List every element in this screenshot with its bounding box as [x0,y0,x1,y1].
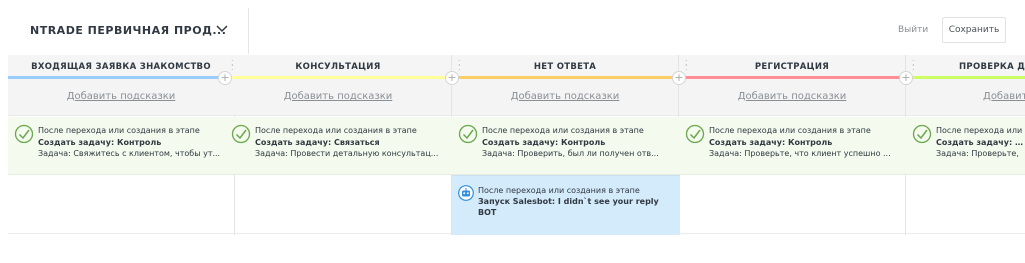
check-circle-icon [685,124,705,144]
add-stage-button[interactable]: + [445,71,459,85]
stage-name: РЕГИСТРАЦИЯ [754,62,830,72]
hints-row: Добавить подсказки [225,79,451,116]
card-task-text: Задача: Проверить, был ли получен отв... [482,149,659,158]
bot-action-text: Запуск Salesbot: I didn`t see your reply… [478,197,659,217]
add-hints-link[interactable]: Добавить подсказки [8,91,234,102]
title-divider [248,8,249,54]
bot-trigger-text: После перехода или создания в этапе [478,186,640,195]
add-hints-link[interactable]: Добавить подсказки [452,91,678,102]
card-trigger-text: После перехода или создания в этапе [255,126,417,135]
salesbot-automation-card[interactable]: После перехода или создания в этапе Запу… [452,175,680,235]
save-button[interactable]: Сохранить [942,17,1006,43]
robot-icon [458,185,474,201]
stage-header[interactable]: ⁚ ⁚ ПРОВЕРКА Д [906,55,1025,79]
card-action-text: Создать задачу: Ко [936,137,1025,147]
add-hints-link[interactable]: Добавить п [983,91,1025,102]
stage-header[interactable]: ⁚ ⁚ РЕГИСТРАЦИЯ [679,55,905,79]
hints-row: Добавить подсказки [452,79,678,116]
exit-button[interactable]: Выйти [892,18,934,42]
check-circle-icon [231,124,251,144]
stage-name: КОНСУЛЬТАЦИЯ [295,62,381,72]
card-trigger-text: После перехода или создания в этапе [38,126,200,135]
pipeline-board: ВХОДЯЩАЯ ЗАЯВКА ЗНАКОМСТВО Добавить подс… [8,55,1025,263]
top-bar: NTRADE ПЕРВИЧНАЯ ПРОД... Выйти Сохранить [0,0,1025,55]
drag-handle-icon[interactable]: ⁚ ⁚ [912,60,915,72]
card-action-text: Создать задачу: Связаться [255,137,380,147]
add-stage-button[interactable]: + [218,71,232,85]
check-circle-icon [912,124,932,144]
card-task-text: Задача: Провести детальную консультац... [255,149,439,158]
card-action-text: Создать задачу: Контроль [482,137,606,147]
stage-header[interactable]: ⁚ ⁚ НЕТ ОТВЕТА [452,55,678,79]
add-hints-link[interactable]: Добавить подсказки [679,91,905,102]
task-automation-card[interactable]: После перехода или Создать задачу: Ко За… [906,117,1025,175]
check-circle-icon [14,124,34,144]
hints-row: Добавить п [906,79,1025,116]
stage-column: ⁚ ⁚ КОНСУЛЬТАЦИЯ Добавить подсказки После… [225,55,452,235]
card-trigger-text: После перехода или создания в этапе [482,126,644,135]
add-stage-button[interactable]: + [672,71,686,85]
card-trigger-text: После перехода или [936,126,1023,135]
stage-name: ПРОВЕРКА Д [959,62,1025,72]
task-automation-card[interactable]: После перехода или создания в этапе Созд… [225,117,452,175]
chevron-down-icon[interactable] [216,24,228,34]
stage-header[interactable]: ⁚ ⁚ КОНСУЛЬТАЦИЯ [225,55,451,79]
stage-column: ВХОДЯЩАЯ ЗАЯВКА ЗНАКОМСТВО Добавить подс… [8,55,235,235]
card-task-text: Задача: Проверьте, [936,149,1019,158]
hints-row: Добавить подсказки [679,79,905,116]
check-circle-icon [458,124,478,144]
pipeline-title[interactable]: NTRADE ПЕРВИЧНАЯ ПРОД... [30,24,226,37]
card-task-text: Задача: Свяжитесь с клиентом, чтобы ут..… [38,149,221,158]
task-automation-card[interactable]: После перехода или создания в этапе Созд… [452,117,679,175]
stage-column: ⁚ ⁚ РЕГИСТРАЦИЯ Добавить подсказки После … [679,55,906,235]
stage-name: ВХОДЯЩАЯ ЗАЯВКА ЗНАКОМСТВО [31,62,211,72]
add-stage-button[interactable]: + [899,71,913,85]
stage-column: ⁚⁚ ПРОВЕРКА Д Добавить п После перехода … [906,55,1025,235]
hints-row: Добавить подсказки [8,79,234,116]
stage-header[interactable]: ВХОДЯЩАЯ ЗАЯВКА ЗНАКОМСТВО [8,55,234,79]
card-task-text: Задача: Проверьте, что клиент успешно ..… [709,149,891,158]
add-hints-link[interactable]: Добавить подсказки [225,91,451,102]
stage-name: НЕТ ОТВЕТА [533,62,597,72]
task-automation-card[interactable]: После перехода или создания в этапе Созд… [679,117,906,175]
card-action-text: Создать задачу: Контроль [38,137,162,147]
card-trigger-text: После перехода или создания в этапе [709,126,871,135]
task-automation-card[interactable]: После перехода или создания в этапе Созд… [8,117,235,175]
card-action-text: Создать задачу: Контроль [709,137,833,147]
